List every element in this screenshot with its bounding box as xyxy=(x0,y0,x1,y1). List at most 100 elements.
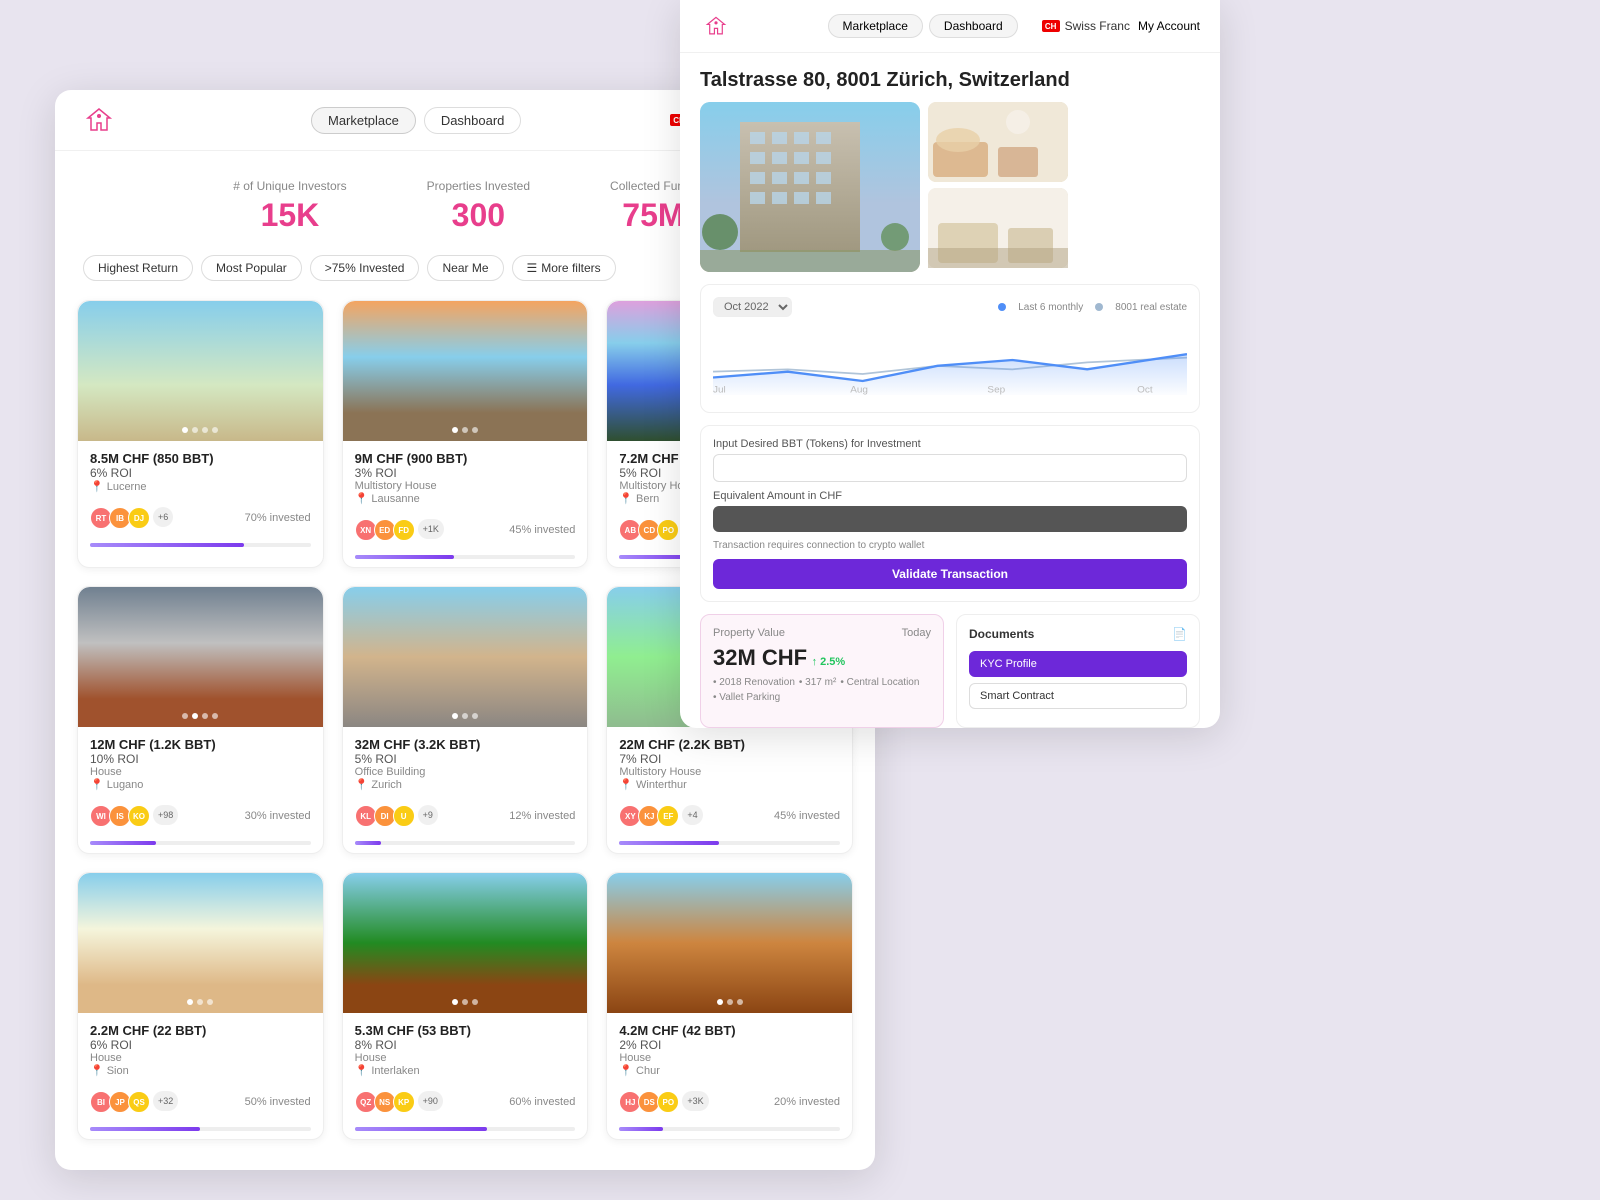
location-pin-icon: 📍 xyxy=(90,778,104,791)
location-pin-icon: 📍 xyxy=(355,1064,369,1077)
card-type: House xyxy=(355,1052,576,1064)
card-location: 📍Lucerne xyxy=(90,480,311,493)
legend-monthly-label: Last 6 monthly xyxy=(1018,302,1083,313)
card-roi: 7% ROI xyxy=(619,752,840,766)
nav-links: Marketplace Dashboard xyxy=(311,107,521,134)
card-price: 32M CHF (3.2K BBT) xyxy=(355,737,576,752)
card-dots xyxy=(182,427,218,433)
stat-unique-investors-value: 15K xyxy=(233,197,346,234)
location-pin-icon: 📍 xyxy=(619,492,633,505)
filter-more-label: More filters xyxy=(541,261,600,275)
detail-images xyxy=(680,102,1220,284)
card-price: 4.2M CHF (42 BBT) xyxy=(619,1023,840,1038)
today-label: Today xyxy=(902,627,931,639)
documents-label: Documents xyxy=(969,627,1034,641)
stat-properties-value: 300 xyxy=(427,197,530,234)
avatar: PO xyxy=(657,519,679,541)
card-dot xyxy=(452,713,458,719)
marketplace-nav-btn[interactable]: Marketplace xyxy=(311,107,416,134)
stat-unique-investors-label: # of Unique Investors xyxy=(233,179,346,193)
property-card[interactable]: 9M CHF (900 BBT) 3% ROI Multistory House… xyxy=(342,300,589,568)
card-price: 12M CHF (1.2K BBT) xyxy=(90,737,311,752)
more-investors: +1K xyxy=(418,519,444,539)
detail-currency[interactable]: CH Swiss Franc xyxy=(1042,19,1130,33)
detail-main-image xyxy=(700,102,920,272)
filter-more[interactable]: ☰ More filters xyxy=(512,255,616,281)
card-footer: QZNSKP+90 60% invested xyxy=(343,1087,588,1123)
card-body: 32M CHF (3.2K BBT) 5% ROI Office Buildin… xyxy=(343,727,588,801)
more-investors: +4 xyxy=(682,805,702,825)
property-feature: • Central Location xyxy=(840,677,919,688)
svg-text:Jul: Jul xyxy=(713,385,726,395)
card-dot xyxy=(192,427,198,433)
card-location: 📍Winterthur xyxy=(619,778,840,791)
filter-near-me[interactable]: Near Me xyxy=(427,255,503,281)
detail-account[interactable]: My Account xyxy=(1138,19,1200,33)
card-footer: RTIBDJ+6 70% invested xyxy=(78,503,323,539)
validate-btn[interactable]: Validate Transaction xyxy=(713,559,1187,589)
more-investors: +9 xyxy=(418,805,438,825)
card-dots xyxy=(452,999,478,1005)
detail-currency-label: Swiss Franc xyxy=(1065,19,1130,33)
detail-dashboard-btn[interactable]: Dashboard xyxy=(929,14,1018,38)
filter-icon: ☰ xyxy=(527,261,538,275)
detail-address: Talstrasse 80, 8001 Zürich, Switzerland xyxy=(680,53,1220,102)
invested-info: 50% invested xyxy=(245,1096,311,1108)
card-dot xyxy=(462,999,468,1005)
location-pin-icon: 📍 xyxy=(90,480,104,493)
avatar-group: WIISKO+98 xyxy=(90,805,178,827)
card-roi: 10% ROI xyxy=(90,752,311,766)
dashboard-nav-btn[interactable]: Dashboard xyxy=(424,107,522,134)
card-dot xyxy=(212,427,218,433)
filter-highest-return[interactable]: Highest Return xyxy=(83,255,193,281)
detail-marketplace-btn[interactable]: Marketplace xyxy=(828,14,923,38)
card-body: 8.5M CHF (850 BBT) 6% ROI 📍Lucerne xyxy=(78,441,323,503)
documents-panel: Documents 📄 KYC Profile Smart Contract xyxy=(956,614,1200,728)
detail-side-images xyxy=(928,102,1068,272)
svg-text:Aug: Aug xyxy=(850,385,868,395)
card-body: 12M CHF (1.2K BBT) 10% ROI House 📍Lugano xyxy=(78,727,323,801)
card-dot xyxy=(472,427,478,433)
card-body: 5.3M CHF (53 BBT) 8% ROI House 📍Interlak… xyxy=(343,1013,588,1087)
more-investors: +3K xyxy=(682,1091,708,1111)
avatar-group: XYKJEF+4 xyxy=(619,805,702,827)
chart-period-select[interactable]: Oct 2022 xyxy=(713,297,792,317)
filter-most-popular[interactable]: Most Popular xyxy=(201,255,302,281)
card-dot xyxy=(452,427,458,433)
property-card[interactable]: 4.2M CHF (42 BBT) 2% ROI House 📍Chur HJD… xyxy=(606,872,853,1140)
token-input[interactable] xyxy=(713,454,1187,482)
property-value-change: ↑ 2.5% xyxy=(812,656,846,668)
card-price: 9M CHF (900 BBT) xyxy=(355,451,576,466)
kyc-profile-btn[interactable]: KYC Profile xyxy=(969,651,1187,677)
card-dot xyxy=(462,427,468,433)
chf-input[interactable] xyxy=(713,506,1187,532)
invested-info: 12% invested xyxy=(509,810,575,822)
avatar: QS xyxy=(128,1091,150,1113)
card-body: 4.2M CHF (42 BBT) 2% ROI House 📍Chur xyxy=(607,1013,852,1087)
property-card[interactable]: 5.3M CHF (53 BBT) 8% ROI House 📍Interlak… xyxy=(342,872,589,1140)
stat-properties-invested: Properties Invested 300 xyxy=(427,179,530,234)
property-card[interactable]: 8.5M CHF (850 BBT) 6% ROI 📍Lucerne RTIBD… xyxy=(77,300,324,568)
smart-contract-btn[interactable]: Smart Contract xyxy=(969,683,1187,709)
card-dots xyxy=(187,999,213,1005)
invested-info: 20% invested xyxy=(774,1096,840,1108)
card-type: House xyxy=(90,766,311,778)
more-investors: +6 xyxy=(153,507,173,527)
property-card[interactable]: 2.2M CHF (22 BBT) 6% ROI House 📍Sion BIJ… xyxy=(77,872,324,1140)
svg-text:Oct: Oct xyxy=(1137,385,1153,395)
property-card[interactable]: 12M CHF (1.2K BBT) 10% ROI House 📍Lugano… xyxy=(77,586,324,854)
card-dot xyxy=(452,999,458,1005)
property-card[interactable]: 32M CHF (3.2K BBT) 5% ROI Office Buildin… xyxy=(342,586,589,854)
card-footer: HJDSPO+3K 20% invested xyxy=(607,1087,852,1123)
avatar: DJ xyxy=(128,507,150,529)
card-roi: 8% ROI xyxy=(355,1038,576,1052)
card-roi: 6% ROI xyxy=(90,1038,311,1052)
invested-info: 70% invested xyxy=(245,512,311,524)
chf-label: Equivalent Amount in CHF xyxy=(713,490,1187,502)
card-location: 📍Zurich xyxy=(355,778,576,791)
filter-invested[interactable]: >75% Invested xyxy=(310,255,420,281)
card-footer: XNEDFD+1K 45% invested xyxy=(343,515,588,551)
card-dot xyxy=(462,713,468,719)
detail-nav-links: Marketplace Dashboard xyxy=(828,14,1018,38)
avatar: FD xyxy=(393,519,415,541)
